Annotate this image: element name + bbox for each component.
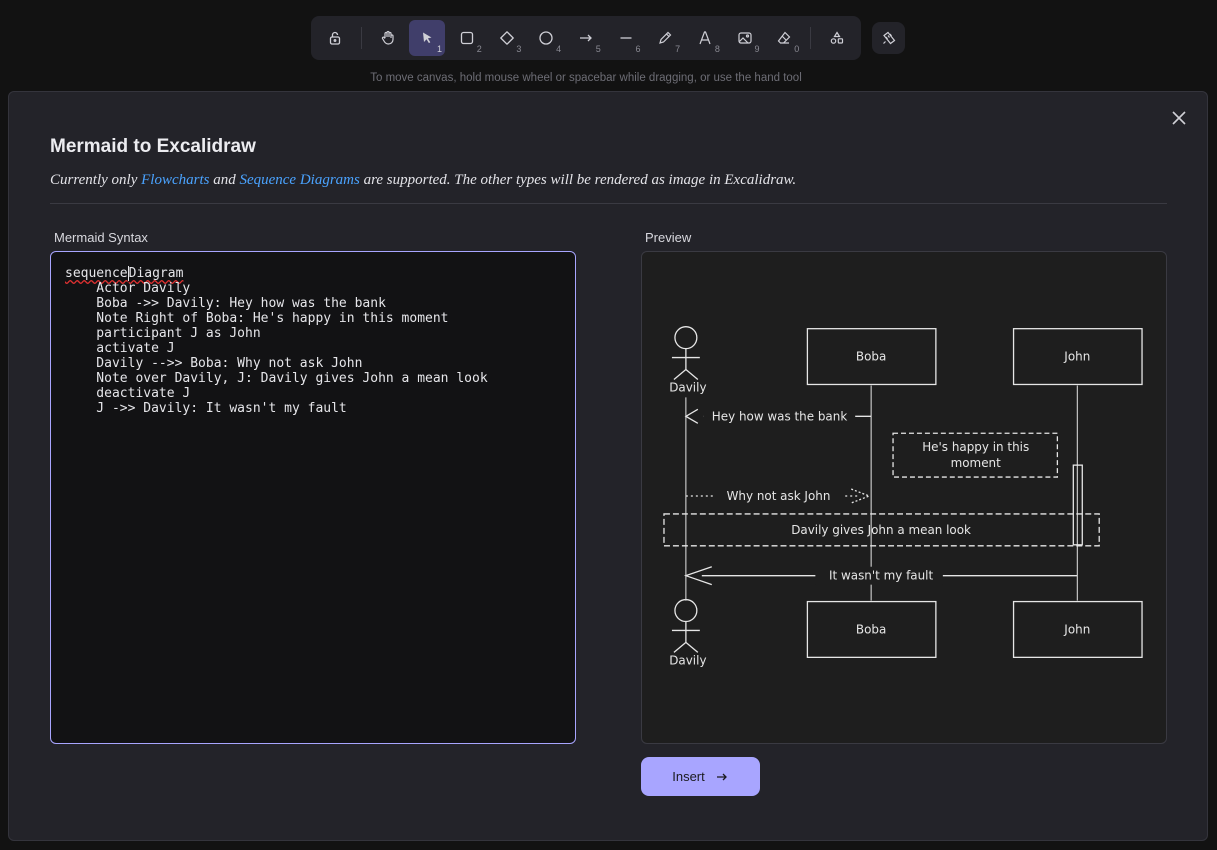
subtitle-prefix: Currently only	[50, 172, 142, 188]
hand-icon	[381, 30, 394, 45]
main-toolbar: 1 2 3 4 5 6 7 8 9 0	[311, 16, 861, 60]
code-first-a: sequence	[65, 266, 128, 281]
participant-boba-bottom-label: Boba	[856, 622, 886, 636]
actor-davily-bottom-label: Davily	[669, 653, 706, 667]
tool-key: 1	[437, 44, 443, 54]
participant-john-top-label: John	[1063, 350, 1090, 364]
tool-key: 8	[714, 44, 720, 54]
image-tool[interactable]: 9	[727, 20, 763, 56]
participant-boba-top-label: Boba	[856, 350, 886, 364]
lock-tool[interactable]	[317, 20, 353, 56]
actor-davily-top	[671, 326, 700, 380]
toolbar-divider	[360, 27, 362, 49]
tool-key: 5	[595, 44, 601, 54]
shapes-icon	[830, 31, 844, 44]
sequence-diagram: Davily Boba John Hey how was the bank He…	[663, 326, 1143, 667]
code-rest: Actor Davily Boba ->> Davily: Hey how wa…	[96, 281, 488, 416]
image-icon	[738, 32, 752, 44]
tool-key: 7	[675, 44, 681, 54]
close-button[interactable]	[1167, 106, 1191, 130]
selection-tool[interactable]: 1	[409, 20, 446, 56]
insert-button[interactable]: Insert	[641, 757, 760, 796]
flowcharts-link[interactable]: Flowcharts	[141, 172, 209, 188]
message-1-label: Hey how was the bank	[712, 409, 848, 423]
dialog-subtitle: Currently only Flowcharts and Sequence D…	[50, 172, 796, 189]
insert-label: Insert	[672, 769, 705, 784]
more-shapes-tool[interactable]	[819, 20, 855, 56]
draw-tool[interactable]: 7	[647, 20, 683, 56]
preview-label: Preview	[645, 230, 692, 245]
ellipse-icon	[539, 31, 553, 45]
participant-john-bottom-label: John	[1063, 622, 1090, 636]
text-icon	[699, 31, 711, 45]
tool-key: 9	[754, 44, 760, 54]
arrow-right-icon	[579, 34, 592, 42]
canvas-hint: To move canvas, hold mouse wheel or spac…	[370, 72, 802, 84]
library-icon	[882, 31, 895, 45]
eraser-tool[interactable]: 0	[767, 20, 803, 56]
rectangle-icon	[460, 31, 474, 45]
line-icon	[620, 37, 632, 39]
diagram-preview: Davily Boba John Hey how was the bank He…	[641, 251, 1167, 744]
subtitle-suffix: are supported. The other types will be r…	[359, 172, 797, 188]
tool-key: 2	[476, 44, 482, 54]
pointer-icon	[423, 32, 432, 44]
message-3-label: It wasn't my fault	[829, 569, 934, 583]
note-1-line-1: He's happy in this	[922, 440, 1029, 454]
eraser-icon	[778, 31, 791, 44]
dialog-title: Mermaid to Excalidraw	[50, 136, 256, 157]
diamond-icon	[499, 31, 514, 45]
tool-key: 0	[794, 44, 800, 54]
mermaid-syntax-editor[interactable]: sequenceDiagram Actor Davily Boba ->> Da…	[50, 251, 576, 744]
actor-davily-top-label: Davily	[669, 380, 706, 394]
code-content: sequenceDiagram Actor Davily Boba ->> Da…	[65, 266, 561, 416]
dialog-divider	[50, 203, 1167, 204]
lock-icon	[329, 31, 340, 45]
pencil-icon	[659, 31, 672, 44]
toolbar-divider	[810, 27, 812, 49]
arrow-right-icon	[716, 773, 727, 780]
sequence-diagrams-link[interactable]: Sequence Diagrams	[239, 172, 359, 188]
note-1-line-2: moment	[951, 456, 1001, 470]
code-first-b: Diagram	[128, 266, 184, 281]
note-2-label: Davily gives John a mean look	[791, 523, 971, 537]
text-tool[interactable]: 8	[687, 20, 723, 56]
arrow-tool[interactable]: 5	[568, 20, 604, 56]
diamond-tool[interactable]: 3	[489, 20, 525, 56]
subtitle-and: and	[209, 172, 240, 188]
ellipse-tool[interactable]: 4	[528, 20, 564, 56]
message-2-label: Why not ask John	[727, 489, 831, 503]
tool-key: 6	[635, 44, 641, 54]
library-button[interactable]	[872, 22, 905, 54]
mermaid-dialog: Mermaid to Excalidraw Currently only Flo…	[8, 91, 1208, 841]
syntax-label: Mermaid Syntax	[54, 230, 148, 245]
actor-davily-bottom	[671, 598, 700, 653]
tool-key: 3	[516, 44, 522, 54]
close-icon	[1172, 111, 1186, 125]
line-tool[interactable]: 6	[608, 20, 644, 56]
hand-tool[interactable]	[370, 20, 406, 56]
rectangle-tool[interactable]: 2	[449, 20, 485, 56]
tool-key: 4	[556, 44, 562, 54]
